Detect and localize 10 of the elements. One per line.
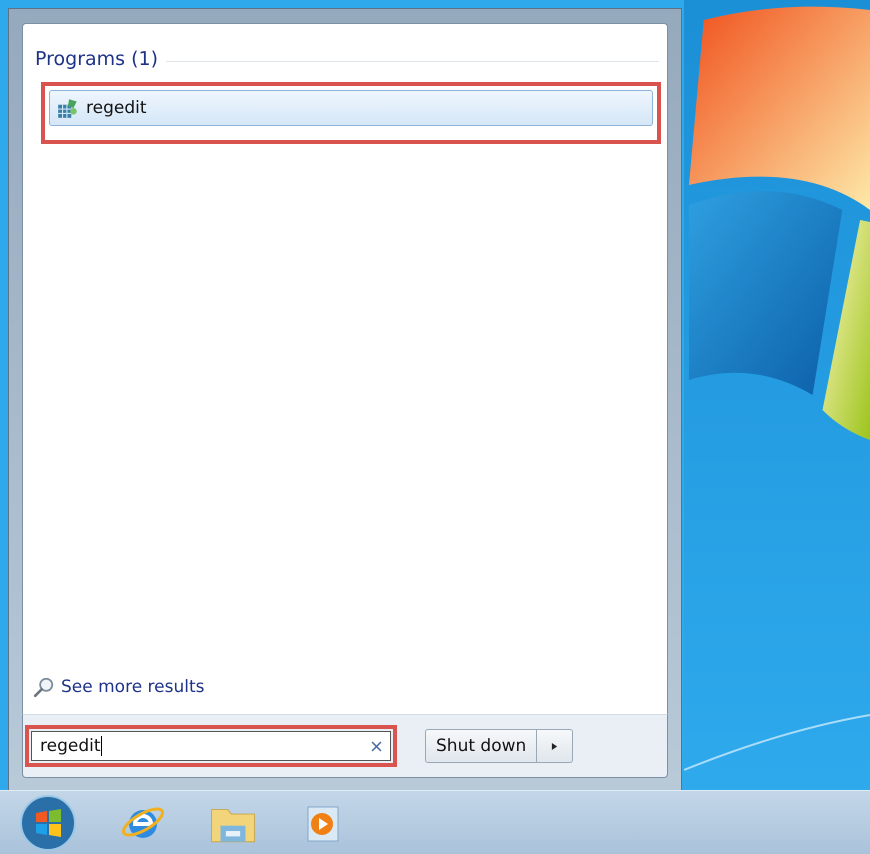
search-field[interactable]: regedit [31, 731, 391, 761]
shut-down-options-button[interactable] [537, 729, 574, 763]
shut-down-button[interactable]: Shut down [425, 729, 538, 763]
program-item[interactable]: regedit [49, 90, 653, 126]
section-title: Programs (1) [35, 48, 158, 70]
start-orb-icon[interactable] [18, 792, 78, 852]
see-more-results-link[interactable]: See more results [33, 676, 659, 698]
search-icon [33, 676, 55, 698]
arrow-icon [551, 742, 558, 750]
clear-icon[interactable] [371, 740, 382, 752]
